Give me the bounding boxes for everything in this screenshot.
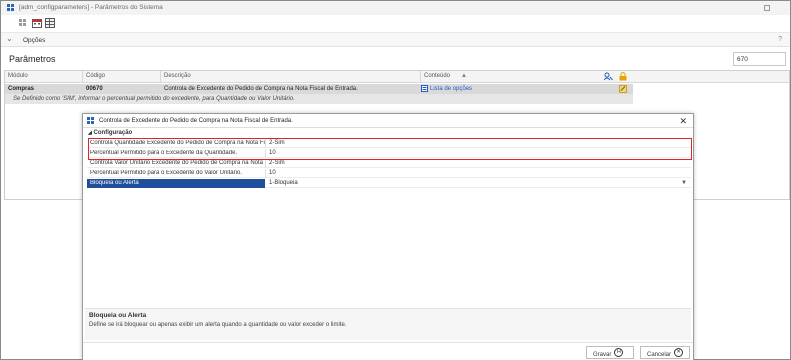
property-value[interactable]: 2-Sim	[269, 160, 285, 166]
table-row[interactable]: Compras 00670 Controla de Excedente do P…	[5, 84, 633, 94]
save-button-label: Gravar	[593, 352, 612, 359]
lock-icon[interactable]	[619, 72, 627, 81]
column-header-module[interactable]: Módulo	[8, 73, 28, 79]
row-module: Compras	[8, 86, 35, 92]
grid-header: Módulo Código Descrição Conteúdo ▲	[5, 71, 789, 83]
property-value-dropdown[interactable]: 1-Bloqueia	[269, 180, 298, 186]
sort-up-icon: ▲	[461, 73, 467, 79]
property-row-selected[interactable]: Bloqueia ou Alerta 1-Bloqueia ▼	[87, 179, 691, 188]
grid-view-icon[interactable]	[19, 19, 27, 27]
code-filter-input[interactable]: 670	[733, 52, 786, 66]
app-grid-icon	[87, 117, 94, 124]
row-detail-text: Se Definido como 'SIM', informar o perce…	[13, 96, 295, 102]
highlight-box	[88, 138, 692, 160]
app-grid-icon	[7, 4, 14, 11]
help-button[interactable]: ?	[778, 36, 782, 43]
property-row[interactable]: Percentual Permitido para o Excedente do…	[87, 169, 691, 178]
toolbar	[1, 15, 790, 32]
edit-icon[interactable]	[619, 85, 627, 93]
config-section-label: Configuração	[93, 130, 133, 136]
page-title: Parâmetros	[9, 54, 56, 64]
table-icon[interactable]	[45, 18, 55, 28]
options-list-link[interactable]: Lista de opções	[430, 86, 472, 92]
row-code: 00670	[86, 86, 103, 92]
dialog-title-bar: Controla de Excedente do Pedido de Compr…	[83, 114, 693, 128]
description-title: Bloqueia ou Alerta	[89, 312, 147, 319]
dropdown-arrow-icon[interactable]: ▼	[681, 180, 687, 186]
property-label: Controla Valor Unitário Excedente do Ped…	[90, 160, 266, 166]
options-bar: ⌄ Opções ?	[1, 32, 790, 47]
list-icon	[421, 85, 428, 92]
column-header-code[interactable]: Código	[86, 73, 105, 79]
maximize-button[interactable]	[764, 5, 770, 11]
property-label: Percentual Permitido para o Excedente do…	[90, 170, 242, 176]
property-label: Bloqueia ou Alerta	[90, 180, 139, 186]
chevron-down-icon[interactable]: ⌄	[6, 34, 13, 43]
title-bar: [adm_configparameters] - Parâmetros do S…	[1, 1, 790, 15]
dialog-button-bar: GravarH Cancelar✕	[83, 342, 693, 360]
column-header-description[interactable]: Descrição	[164, 73, 191, 79]
dialog-title: Controla de Excedente do Pedido de Compr…	[99, 118, 293, 124]
row-detail: Se Definido como 'SIM', informar o perce…	[5, 94, 633, 104]
description-text: Define se irá bloquear ou apenas exibir …	[89, 322, 347, 328]
column-header-content[interactable]: Conteúdo	[424, 73, 450, 79]
cancel-button-label: Cancelar	[647, 352, 672, 359]
property-row[interactable]: Controla Valor Unitário Excedente do Ped…	[87, 159, 691, 168]
row-description: Controla de Excedente do Pedido de Compr…	[164, 86, 358, 92]
window-title: [adm_configparameters] - Parâmetros do S…	[19, 4, 163, 11]
cancel-icon: ✕	[674, 348, 684, 357]
options-menu[interactable]: Opções	[23, 37, 45, 44]
description-panel: Bloqueia ou Alerta Define se irá bloquea…	[85, 308, 691, 340]
cancel-button[interactable]: Cancelar✕	[640, 346, 690, 359]
collapse-icon[interactable]: ◢	[88, 130, 92, 136]
save-button[interactable]: GravarH	[586, 346, 634, 359]
property-value[interactable]: 10	[269, 170, 276, 176]
close-icon[interactable]: ✕	[679, 116, 687, 127]
parameter-dialog: Controla de Excedente do Pedido de Compr…	[82, 113, 694, 360]
user-search-icon[interactable]	[604, 72, 613, 81]
calendar-icon[interactable]	[32, 18, 42, 28]
save-icon: H	[614, 348, 624, 357]
